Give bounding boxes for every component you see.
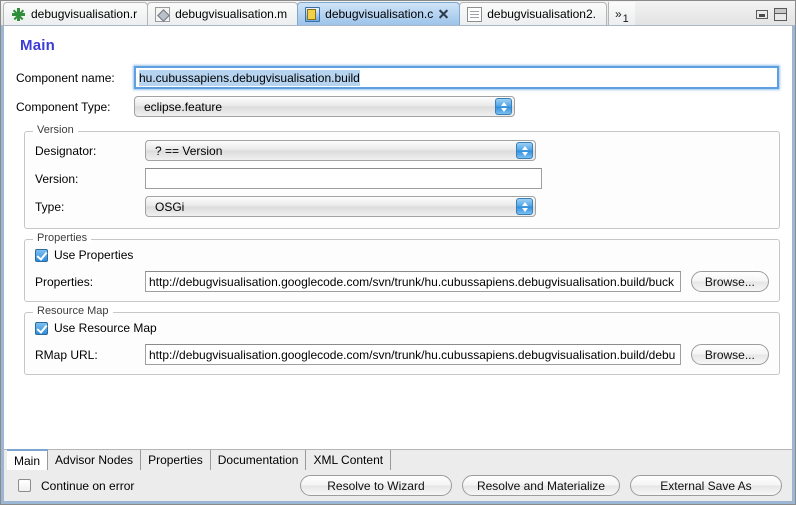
page-tab-bar: Main Advisor Nodes Properties Documentat… — [1, 449, 795, 470]
version-type-value: OSGi — [155, 199, 185, 214]
designator-combo[interactable]: ? == Version — [145, 140, 536, 161]
use-properties-label: Use Properties — [54, 248, 134, 262]
component-type-row: Component Type: eclipse.feature — [16, 96, 780, 117]
rmap-url-row: RMap URL: http://debugvisualisation.goog… — [35, 344, 769, 365]
component-type-combo[interactable]: eclipse.feature — [134, 96, 515, 117]
component-type-value: eclipse.feature — [144, 99, 223, 114]
resource-map-group: Resource Map Use Resource Map RMap URL: … — [24, 305, 780, 375]
component-name-value: hu.cubussapiens.debugvisualisation.build — [139, 69, 360, 86]
version-type-row: Type: OSGi — [35, 196, 769, 217]
designator-value: ? == Version — [155, 143, 223, 158]
version-group-title: Version — [33, 124, 78, 136]
page-tab-advisor-nodes[interactable]: Advisor Nodes — [48, 450, 142, 470]
chevron-updown-icon[interactable] — [516, 142, 533, 159]
rmap-url-label: RMap URL: — [35, 347, 98, 362]
external-save-as-button[interactable]: External Save As — [630, 475, 782, 496]
tab-overflow-indicator[interactable]: » 1 — [607, 2, 635, 25]
version-type-combo[interactable]: OSGi — [145, 196, 536, 217]
version-row: Version: — [35, 168, 769, 189]
rmap-browse-button[interactable]: Browse... — [690, 344, 769, 365]
properties-url-input[interactable]: http://debugvisualisation.googlecode.com… — [145, 271, 681, 292]
editor-tab-label: debugvisualisation.r — [31, 7, 138, 21]
version-type-label: Type: — [35, 199, 65, 214]
use-properties-checkbox[interactable] — [35, 248, 48, 262]
close-icon[interactable] — [438, 9, 449, 20]
diamond-page-icon — [155, 6, 171, 22]
page-icon — [467, 6, 483, 22]
properties-browse-button[interactable]: Browse... — [690, 271, 769, 292]
editor-tab-debugvisualisation2[interactable]: debugvisualisation2. — [459, 2, 607, 25]
properties-url-row: Properties: http://debugvisualisation.go… — [35, 271, 769, 292]
component-name-label: Component name: — [16, 70, 115, 85]
continue-on-error-label: Continue on error — [41, 478, 135, 493]
use-resource-map-row[interactable]: Use Resource Map — [35, 321, 769, 335]
component-type-label: Component Type: — [16, 99, 111, 114]
component-name-input[interactable]: hu.cubussapiens.debugvisualisation.build — [134, 66, 779, 89]
properties-group-title: Properties — [33, 232, 92, 244]
properties-group: Properties Use Properties Properties: ht… — [24, 232, 780, 302]
page-tab-documentation[interactable]: Documentation — [210, 450, 307, 470]
window-controls — [756, 8, 795, 25]
page-tab-xml-content[interactable]: XML Content — [306, 450, 392, 470]
minimize-icon[interactable] — [756, 10, 768, 19]
editor-tab-bar: debugvisualisation.r debugvisualisation.… — [1, 1, 795, 26]
chevron-right-double-icon: » — [614, 6, 622, 21]
maximize-icon[interactable] — [774, 8, 787, 21]
cquery-document-icon — [305, 6, 321, 22]
use-resource-map-checkbox[interactable] — [35, 321, 48, 335]
resolve-and-materialize-button[interactable]: Resolve and Materialize — [461, 475, 620, 496]
asterisk-icon — [11, 6, 26, 22]
editor-tab-label: debugvisualisation.m — [175, 7, 288, 21]
version-label: Version: — [35, 171, 79, 186]
page-title: Main — [20, 37, 55, 54]
designator-label: Designator: — [35, 143, 97, 158]
chevron-updown-icon[interactable] — [495, 98, 512, 115]
version-group: Version Designator: ? == Version Version… — [24, 124, 780, 229]
editor-tab-debugvisualisation-c[interactable]: debugvisualisation.c — [297, 2, 461, 25]
resolve-to-wizard-button[interactable]: Resolve to Wizard — [299, 475, 452, 496]
properties-url-label: Properties: — [35, 274, 94, 289]
rmap-url-value: http://debugvisualisation.googlecode.com… — [149, 347, 676, 362]
version-input[interactable] — [145, 168, 542, 189]
resource-map-group-title: Resource Map — [33, 305, 113, 317]
cquery-editor-window: debugvisualisation.r debugvisualisation.… — [0, 0, 796, 505]
editor-tab-debugvisualisation-m[interactable]: debugvisualisation.m — [147, 2, 299, 25]
continue-on-error-checkbox[interactable] — [18, 479, 31, 492]
rmap-url-input[interactable]: http://debugvisualisation.googlecode.com… — [145, 344, 681, 365]
page-tab-properties[interactable]: Properties — [141, 450, 211, 470]
component-name-row: Component name: hu.cubussapiens.debugvis… — [16, 66, 780, 89]
editor-tab-label: debugvisualisation2. — [487, 7, 596, 21]
editor-tab-label: debugvisualisation.c — [325, 7, 434, 21]
form-area: Main Component name: hu.cubussapiens.deb… — [1, 26, 795, 449]
chevron-updown-icon[interactable] — [516, 198, 533, 215]
use-resource-map-label: Use Resource Map — [54, 321, 157, 335]
page-tab-filler — [391, 450, 792, 470]
designator-row: Designator: ? == Version — [35, 140, 769, 161]
page-tab-main[interactable]: Main — [7, 449, 49, 470]
footer-bar: Continue on error Resolve to Wizard Reso… — [1, 470, 795, 504]
use-properties-row[interactable]: Use Properties — [35, 248, 769, 262]
editor-tab-debugvisualisation-r[interactable]: debugvisualisation.r — [3, 2, 149, 25]
properties-url-value: http://debugvisualisation.googlecode.com… — [149, 274, 675, 289]
tab-overflow-count: 1 — [622, 13, 629, 25]
